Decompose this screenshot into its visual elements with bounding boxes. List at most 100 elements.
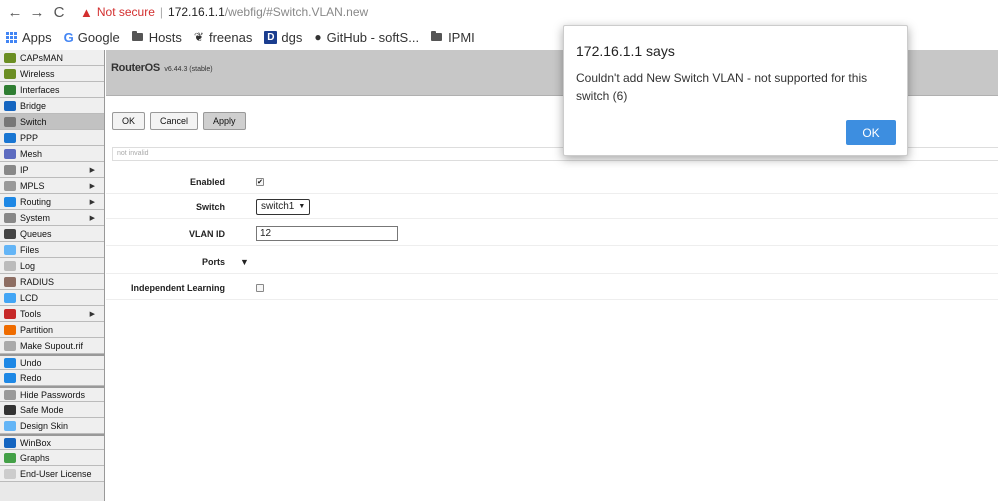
sidebar-item-label: Partition: [20, 324, 54, 335]
sidebar-item-partition[interactable]: Partition: [0, 322, 104, 338]
url-host[interactable]: 172.16.1.1: [168, 5, 225, 19]
bookmark-hosts[interactable]: Hosts: [131, 29, 182, 45]
sidebar-item-winbox[interactable]: WinBox: [0, 434, 104, 450]
queues-icon: [4, 228, 16, 239]
sidebar-item-ppp[interactable]: PPP: [0, 130, 104, 146]
folder-icon: [131, 31, 143, 41]
sidebar-item-label: Wireless: [20, 68, 55, 79]
sidebar-item-hide-passwords[interactable]: Hide Passwords: [0, 386, 104, 402]
radius-icon: [4, 276, 16, 287]
password-icon: [4, 389, 16, 400]
folder-icon: [431, 31, 443, 41]
sidebar-item-queues[interactable]: Queues: [0, 226, 104, 242]
apps-grid-icon: [6, 31, 17, 43]
sidebar-item-mesh[interactable]: Mesh: [0, 146, 104, 162]
sidebar-item-mpls[interactable]: MPLS ▶: [0, 178, 104, 194]
dialog-ok-button[interactable]: OK: [846, 120, 896, 145]
license-icon: [4, 468, 16, 479]
sidebar-item-files[interactable]: Files: [0, 242, 104, 258]
switch-select[interactable]: switch1 ▼: [256, 198, 311, 215]
url-path[interactable]: /webfig/#Switch.VLAN.new: [225, 5, 368, 19]
bookmark-google[interactable]: G Google: [64, 30, 120, 45]
sidebar-item-make-supout-rif[interactable]: Make Supout.rif: [0, 338, 104, 354]
graphs-icon: [4, 452, 16, 463]
sidebar-item-wireless[interactable]: Wireless: [0, 66, 104, 82]
warning-icon: ▲: [80, 4, 93, 20]
sidebar-item-label: Tools: [20, 308, 42, 319]
chevron-right-icon: ▶: [89, 310, 95, 318]
sidebar-item-label: Switch: [20, 116, 47, 127]
sidebar-item-end-user-license[interactable]: End-User License: [0, 466, 104, 482]
sidebar-item-label: Queues: [20, 228, 52, 239]
freenas-icon: ❦: [193, 30, 204, 44]
back-arrow-icon[interactable]: ←: [4, 4, 26, 21]
sidebar-item-log[interactable]: Log: [0, 258, 104, 274]
bookmark-github[interactable]: ● GitHub - softS...: [314, 30, 419, 45]
files-icon: [4, 244, 16, 255]
sidebar-item-ip[interactable]: IP ▶: [0, 162, 104, 178]
sidebar-item-switch[interactable]: Switch: [0, 114, 104, 130]
chevron-right-icon: ▶: [89, 198, 95, 206]
sidebar-item-capsman[interactable]: CAPsMAN: [0, 50, 104, 66]
sidebar-item-label: Files: [20, 244, 40, 255]
sidebar-item-routing[interactable]: Routing ▶: [0, 194, 104, 210]
vlan-id-row: VLAN ID 12: [106, 222, 998, 246]
bookmark-label: Apps: [22, 29, 52, 45]
sidebar-item-label: Graphs: [20, 452, 50, 463]
independent-learning-checkbox[interactable]: [256, 283, 264, 292]
bookmark-freenas[interactable]: ❦ freenas: [194, 30, 252, 45]
sidebar-item-label: RADIUS: [20, 276, 55, 287]
partition-icon: [4, 324, 16, 335]
url-separator: |: [159, 5, 164, 19]
forward-arrow-icon[interactable]: →: [26, 4, 48, 21]
bookmark-dgs[interactable]: D dgs: [264, 30, 302, 45]
sidebar-item-system[interactable]: System ▶: [0, 210, 104, 226]
sidebar-item-label: PPP: [20, 132, 39, 143]
sidebar-item-label: Log: [20, 260, 36, 271]
bookmark-apps[interactable]: Apps: [6, 30, 52, 45]
sidebar-item-label: CAPsMAN: [20, 52, 64, 63]
sidebar-item-lcd[interactable]: LCD: [0, 290, 104, 306]
sidebar-item-safe-mode[interactable]: Safe Mode: [0, 402, 104, 418]
skin-icon: [4, 420, 16, 431]
sidebar-item-label: IP: [20, 164, 29, 175]
not-secure-label[interactable]: Not secure: [97, 5, 155, 19]
sidebar-item-label: Undo: [20, 357, 42, 368]
enabled-checkbox[interactable]: ✔: [256, 177, 264, 186]
switch-select-value: switch1: [261, 201, 295, 212]
sidebar-item-label: Interfaces: [20, 84, 60, 95]
sidebar-item-redo[interactable]: Redo: [0, 370, 104, 386]
switch-row: Switch switch1 ▼: [106, 195, 998, 219]
reload-icon[interactable]: C: [48, 4, 70, 21]
bookmark-label: Hosts: [148, 29, 182, 45]
sidebar-item-tools[interactable]: Tools ▶: [0, 306, 104, 322]
enabled-label: Enabled: [189, 176, 225, 187]
sidebar-item-graphs[interactable]: Graphs: [0, 450, 104, 466]
switch-label: Switch: [195, 201, 225, 212]
bookmark-label: Google: [77, 29, 120, 45]
sidebar-item-label: Design Skin: [20, 420, 69, 431]
sidebar-item-radius[interactable]: RADIUS: [0, 274, 104, 290]
vlan-id-input[interactable]: 12: [256, 226, 398, 241]
ports-expand-icon[interactable]: ▼: [240, 257, 249, 267]
chevron-right-icon: ▶: [89, 166, 95, 174]
sidebar-item-label: Redo: [20, 372, 42, 383]
sidebar-item-bridge[interactable]: Bridge: [0, 98, 104, 114]
sidebar-item-interfaces[interactable]: Interfaces: [0, 82, 104, 98]
sidebar-item-undo[interactable]: Undo: [0, 354, 104, 370]
sidebar-item-design-skin[interactable]: Design Skin: [0, 418, 104, 434]
routing-icon: [4, 196, 16, 207]
sidebar-item-label: WinBox: [20, 437, 52, 448]
sidebar-item-label: Bridge: [20, 100, 47, 111]
vlan-id-label: VLAN ID: [189, 228, 225, 239]
winbox-icon: [4, 437, 16, 448]
bookmark-ipmi[interactable]: IPMI: [431, 30, 475, 45]
apply-button[interactable]: Apply: [203, 112, 246, 130]
sidebar-menu: CAPsMAN Wireless Interfaces Bridge Switch PPP…: [0, 50, 105, 501]
routeros-version: v6.44.3 (stable): [164, 66, 213, 73]
cancel-button[interactable]: Cancel: [150, 112, 199, 130]
routeros-title: RouterOS: [111, 62, 160, 74]
dialog-message: Couldn't add New Switch VLAN - not suppo…: [576, 71, 868, 103]
ok-button[interactable]: OK: [112, 112, 146, 130]
ppp-icon: [4, 132, 16, 143]
